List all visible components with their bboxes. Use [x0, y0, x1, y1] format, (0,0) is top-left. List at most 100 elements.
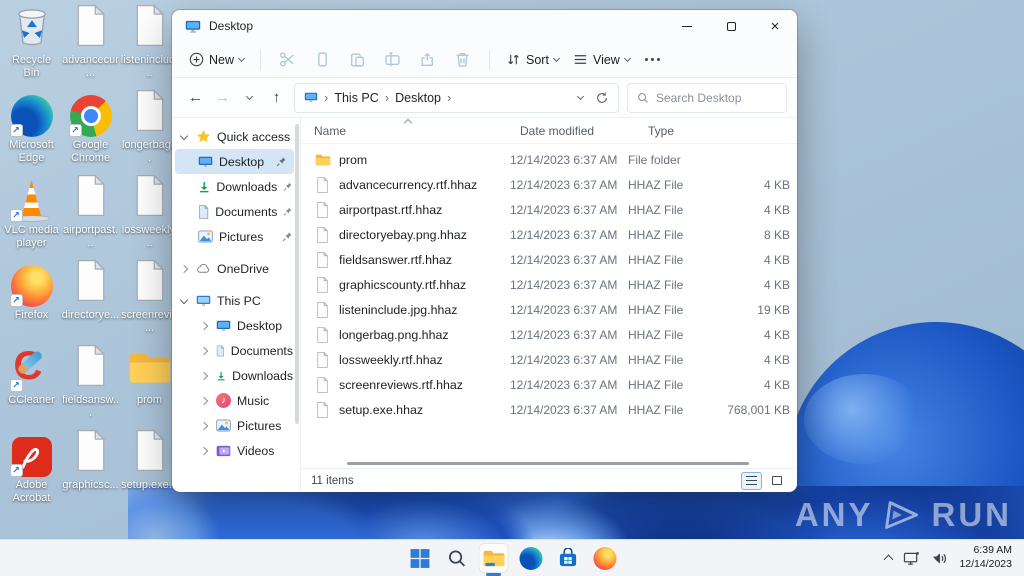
desktop-icon[interactable]: ↗ directorye... — [62, 261, 120, 346]
firefox-button[interactable] — [591, 544, 619, 572]
chevron-down-icon[interactable] — [180, 295, 188, 303]
desktop-icon[interactable]: ↗ Google Chrome — [62, 91, 120, 176]
file-row[interactable]: fieldsanswer.rtf.hhaz 12/14/2023 6:37 AM… — [301, 247, 797, 272]
copy-button[interactable] — [305, 45, 340, 75]
edge-button[interactable] — [517, 544, 545, 572]
details-view-button[interactable] — [741, 472, 762, 490]
new-button[interactable]: New — [182, 48, 251, 71]
share-button[interactable] — [410, 45, 445, 75]
minimize-button[interactable] — [665, 10, 709, 42]
file-explorer-button[interactable] — [480, 544, 508, 572]
start-button[interactable] — [406, 544, 434, 572]
desktop-icon[interactable]: ↗ listeninclud... — [121, 6, 179, 91]
desktop-icon[interactable]: ↗ longerbag... — [121, 91, 179, 176]
desktop-icon[interactable]: ↗ CCleaner — [3, 346, 61, 431]
tray-show-hidden-icons-button[interactable] — [884, 555, 894, 565]
sidebar-item-pc-videos[interactable]: Videos — [172, 438, 300, 463]
breadcrumb-desktop[interactable]: Desktop — [395, 91, 441, 105]
desktop-icon[interactable]: ↗ VLC media player — [3, 176, 61, 261]
file-row[interactable]: longerbag.png.hhaz 12/14/2023 6:37 AM HH… — [301, 322, 797, 347]
sidebar-item-onedrive[interactable]: OneDrive — [172, 256, 300, 281]
file-type: HHAZ File — [628, 228, 722, 242]
chevron-right-icon[interactable] — [200, 371, 208, 379]
desktop-icon[interactable]: ↗ graphicsc... — [62, 431, 120, 516]
file-type: HHAZ File — [628, 328, 722, 342]
view-button[interactable]: View — [566, 48, 637, 71]
network-icon[interactable] — [903, 551, 920, 566]
paste-button[interactable] — [340, 45, 375, 75]
search-input[interactable]: Search Desktop — [627, 83, 787, 113]
back-button[interactable]: ← — [182, 84, 209, 111]
forward-button[interactable]: → — [209, 84, 236, 111]
sidebar-item-label: OneDrive — [217, 262, 269, 276]
sidebar-item-desktop[interactable]: Desktop — [175, 149, 294, 174]
file-row[interactable]: setup.exe.hhaz 12/14/2023 6:37 AM HHAZ F… — [301, 397, 797, 422]
up-button[interactable]: ↑ — [263, 84, 290, 111]
sidebar-item-pc-downloads[interactable]: Downloads — [172, 363, 300, 388]
file-row[interactable]: advancecurrency.rtf.hhaz 12/14/2023 6:37… — [301, 172, 797, 197]
sidebar-item-pc-pictures[interactable]: Pictures — [172, 413, 300, 438]
sidebar-item-pc-desktop[interactable]: Desktop — [172, 313, 300, 338]
file-row[interactable]: graphicscounty.rtf.hhaz 12/14/2023 6:37 … — [301, 272, 797, 297]
large-icons-view-button[interactable] — [766, 472, 787, 490]
chevron-right-icon[interactable] — [200, 321, 208, 329]
maximize-button[interactable] — [709, 10, 753, 42]
sidebar-item-pc-music[interactable]: ♪ Music — [172, 388, 300, 413]
sidebar-item-pc-documents[interactable]: Documents — [172, 338, 300, 363]
sidebar-item-this-pc[interactable]: This PC — [172, 288, 300, 313]
sidebar-item-downloads[interactable]: Downloads — [172, 174, 300, 199]
downloads-icon — [216, 369, 226, 383]
desktop-icon[interactable]: ↗ Firefox — [3, 261, 61, 346]
chevron-right-icon[interactable] — [200, 396, 208, 404]
sidebar-item-label: Documents — [231, 344, 293, 358]
column-header-size[interactable]: Size — [752, 118, 797, 143]
desktop-icon[interactable]: ↗ fieldsansw... — [62, 346, 120, 431]
volume-icon[interactable] — [931, 551, 948, 566]
desktop-icon[interactable]: ↗ advancecur... — [62, 6, 120, 91]
cut-button[interactable] — [270, 45, 305, 75]
chevron-right-icon[interactable] — [200, 346, 208, 354]
chevron-right-icon[interactable] — [180, 264, 188, 272]
sidebar-scrollbar[interactable] — [295, 124, 299, 424]
file-row[interactable]: screenreviews.rtf.hhaz 12/14/2023 6:37 A… — [301, 372, 797, 397]
chevron-down-icon[interactable] — [180, 131, 188, 139]
file-row[interactable]: listeninclude.jpg.hhaz 12/14/2023 6:37 A… — [301, 297, 797, 322]
delete-button[interactable] — [445, 45, 480, 75]
sort-button[interactable]: Sort — [499, 48, 566, 71]
see-more-button[interactable] — [637, 58, 668, 61]
column-header-name[interactable]: Name — [314, 118, 510, 143]
address-dropdown-icon[interactable] — [577, 92, 584, 99]
recent-locations-button[interactable] — [236, 84, 263, 111]
desktop-icon[interactable]: ↗ setup.exe... — [121, 431, 179, 516]
chevron-right-icon[interactable] — [200, 446, 208, 454]
breadcrumb-this-pc[interactable]: This PC — [334, 91, 378, 105]
file-row[interactable]: lossweekly.rtf.hhaz 12/14/2023 6:37 AM H… — [301, 347, 797, 372]
file-row[interactable]: directoryebay.png.hhaz 12/14/2023 6:37 A… — [301, 222, 797, 247]
file-row[interactable]: prom 12/14/2023 6:37 AM File folder — [301, 147, 797, 172]
desktop-icon[interactable]: ↗ Microsoft Edge — [3, 91, 61, 176]
file-row[interactable]: airportpast.rtf.hhaz 12/14/2023 6:37 AM … — [301, 197, 797, 222]
titlebar[interactable]: Desktop × — [172, 10, 797, 42]
column-header-type[interactable]: Type — [648, 118, 742, 143]
sidebar-item-pictures[interactable]: Pictures — [172, 224, 300, 249]
taskbar-clock[interactable]: 6:39 AM 12/14/2023 — [959, 544, 1012, 571]
sidebar-item-label: This PC — [217, 294, 261, 308]
sidebar-quick-access[interactable]: Quick access — [172, 124, 300, 149]
desktop-icon[interactable]: ↗ screenrevie... — [121, 261, 179, 346]
desktop-icon[interactable]: ↗ airportpast... — [62, 176, 120, 261]
desktop-icon[interactable]: ↗ Adobe Acrobat — [3, 431, 61, 516]
desktop-icon[interactable]: ↗ Recycle Bin — [3, 6, 61, 91]
close-button[interactable]: × — [753, 10, 797, 42]
horizontal-scrollbar-thumb[interactable] — [347, 462, 749, 465]
desktop-icon[interactable]: ↗ lossweekly... — [121, 176, 179, 261]
address-bar[interactable]: › This PC › Desktop › — [294, 83, 619, 113]
search-button[interactable] — [443, 544, 471, 572]
chevron-right-icon[interactable] — [200, 421, 208, 429]
column-header-date-modified[interactable]: Date modified — [520, 118, 638, 143]
microsoft-store-button[interactable] — [554, 544, 582, 572]
sidebar-item-documents[interactable]: Documents — [172, 199, 300, 224]
desktop-icon[interactable]: ↗ prom — [121, 346, 179, 431]
horizontal-scrollbar[interactable] — [301, 459, 797, 468]
rename-button[interactable] — [375, 45, 410, 75]
refresh-icon[interactable] — [595, 91, 609, 105]
